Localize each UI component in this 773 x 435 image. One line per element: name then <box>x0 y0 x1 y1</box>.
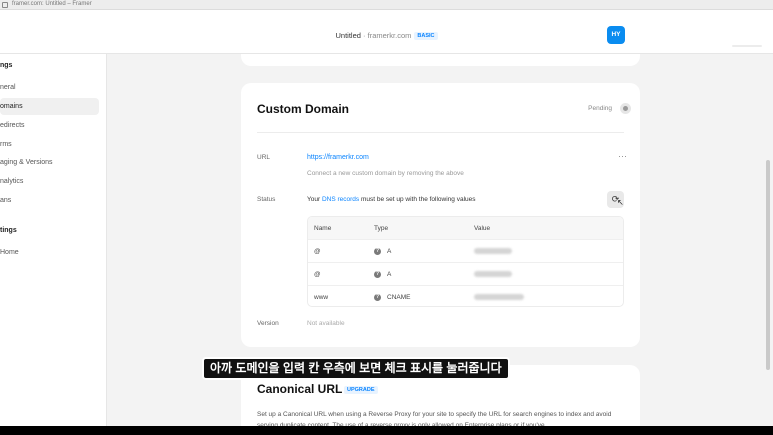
project-title[interactable]: Untitled · framerkr.com BASIC <box>0 31 773 40</box>
sidebar-item-home[interactable]: Home <box>0 244 99 261</box>
help-icon[interactable]: ? <box>374 247 381 255</box>
dns-records-link[interactable]: DNS records <box>322 196 359 203</box>
sidebar-item-analytics[interactable]: nalytics <box>0 173 99 190</box>
column-name: Name <box>314 224 332 232</box>
record-value-blurred[interactable] <box>474 286 524 306</box>
record-name[interactable]: @ <box>314 240 321 262</box>
table-row: @ ? A <box>308 239 623 262</box>
version-value: Not available <box>307 320 345 327</box>
column-type: Type <box>374 224 389 232</box>
record-type: ? A <box>374 270 392 278</box>
table-row: @ ? A <box>308 262 623 285</box>
sidebar-item-staging-versions[interactable]: aging & Versions <box>0 154 99 171</box>
sidebar-item-plans[interactable]: ans <box>0 192 99 209</box>
project-domain: framerkr.com <box>367 31 412 40</box>
upgrade-badge[interactable]: UPGRADE <box>344 386 378 394</box>
table-header: Name Type Value <box>308 217 623 239</box>
page-icon <box>2 2 8 8</box>
sidebar-section-heading-2: tings <box>0 227 17 234</box>
record-type: ? A <box>374 247 392 255</box>
sidebar-section-heading: ngs <box>0 62 13 69</box>
status-label: Status <box>257 196 276 203</box>
url-hint: Connect a new custom domain by removing … <box>307 170 464 177</box>
more-options-icon[interactable]: ··· <box>618 151 627 161</box>
record-name[interactable]: @ <box>314 263 321 285</box>
video-caption: 아까 도메인을 입력 칸 우측에 보면 체크 표시를 눌러줍니다 <box>202 357 510 380</box>
divider <box>257 132 624 133</box>
sidebar-item-forms[interactable]: rms <box>0 136 99 153</box>
scrollbar[interactable] <box>766 160 770 370</box>
table-row: www ? CNAME <box>308 285 623 306</box>
avatar[interactable]: HY <box>607 26 625 44</box>
previous-card <box>241 54 640 66</box>
bottom-letterbox <box>0 426 773 435</box>
pending-dot-icon <box>620 103 631 114</box>
project-name: Untitled <box>335 31 361 40</box>
help-icon[interactable]: ? <box>374 293 381 301</box>
dns-records-table: Name Type Value @ ? A @ ? A www ? CNAME <box>307 216 624 307</box>
browser-url[interactable]: framer.com: Untitled – Framer <box>12 1 92 7</box>
plan-badge: BASIC <box>414 32 438 40</box>
url-label: URL <box>257 154 271 161</box>
custom-domain-card: Custom Domain Pending URL https://framer… <box>241 83 640 347</box>
status-message: Your DNS records must be set up with the… <box>307 196 476 203</box>
sidebar-item-general[interactable]: neral <box>0 79 99 96</box>
browser-bar: framer.com: Untitled – Framer <box>0 0 773 10</box>
version-label: Version <box>257 320 279 327</box>
column-value: Value <box>474 224 491 232</box>
settings-sidebar: ngs neral omains edirects rms aging & Ve… <box>0 54 107 426</box>
record-name[interactable]: www <box>314 286 328 306</box>
app-header: Untitled · framerkr.com BASIC HY <box>0 10 773 54</box>
scroll-indicator <box>732 45 762 47</box>
record-value-blurred[interactable] <box>474 240 512 262</box>
sidebar-item-redirects[interactable]: edirects <box>0 117 99 134</box>
custom-domain-title: Custom Domain <box>257 102 350 116</box>
help-icon[interactable]: ? <box>374 270 381 278</box>
status-badge: Pending <box>588 105 612 112</box>
record-type: ? CNAME <box>374 293 411 301</box>
sidebar-item-domains[interactable]: omains <box>0 98 99 115</box>
record-value-blurred[interactable] <box>474 263 512 285</box>
domain-url-link[interactable]: https://framerkr.com <box>307 154 369 161</box>
canonical-url-title: Canonical URL <box>257 382 343 396</box>
mouse-cursor-icon: ↖ <box>617 198 624 207</box>
